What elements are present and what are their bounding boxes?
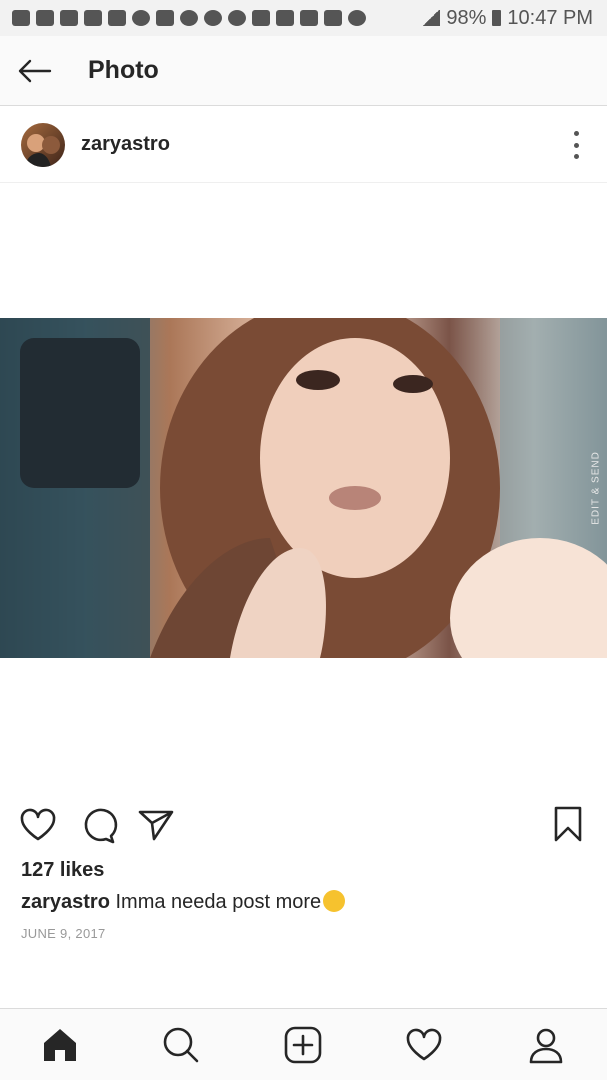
avatar[interactable] — [21, 122, 65, 167]
clock: 10:47 PM — [507, 6, 593, 29]
post-date: JUNE 9, 2017 — [21, 926, 106, 941]
home-icon — [44, 1029, 76, 1061]
voicemail-icon — [156, 10, 174, 26]
post-photo[interactable] — [0, 318, 607, 658]
caption-username[interactable]: zaryastro — [21, 891, 110, 913]
image-icon — [252, 10, 270, 26]
bookmark-icon — [554, 806, 582, 842]
profile-icon — [529, 1028, 563, 1064]
signal-icon — [422, 10, 441, 26]
thinking-face-emoji-icon — [323, 890, 346, 912]
facebook-icon — [60, 10, 78, 26]
chrome-icon — [204, 10, 222, 26]
messages-icon — [12, 10, 30, 26]
chrome-icon — [228, 10, 246, 26]
facebook-icon — [36, 10, 54, 26]
comment-icon — [84, 808, 118, 844]
android-icon — [276, 10, 294, 26]
page-title: Photo — [88, 56, 159, 84]
avatar-image — [25, 133, 60, 167]
photo-content — [0, 318, 607, 658]
tab-activity[interactable] — [404, 1025, 444, 1065]
post-username[interactable]: zaryastro — [81, 133, 170, 156]
battery-icon — [492, 10, 502, 26]
back-arrow-icon — [18, 59, 52, 82]
battery-percent: 98% — [446, 6, 487, 29]
status-right: 98% 10:47 PM — [422, 7, 593, 30]
facebook-icon — [84, 10, 102, 26]
comment-button[interactable] — [78, 805, 118, 845]
bluetooth-icon — [300, 10, 318, 26]
back-button[interactable] — [16, 53, 52, 89]
post-caption: zaryastro Imma needa post more — [21, 890, 346, 914]
tab-profile[interactable] — [526, 1025, 566, 1065]
caption-text: Imma needa post more — [115, 891, 322, 913]
chrome-icon — [180, 10, 198, 26]
like-button[interactable] — [18, 805, 58, 845]
alarm-icon — [348, 10, 366, 26]
post-header: zaryastro — [0, 107, 607, 183]
more-options-button[interactable] — [571, 131, 581, 159]
post-actions — [0, 805, 607, 849]
vpn-shield-icon — [132, 10, 150, 26]
edit-send-label: EDIT & SEND — [590, 451, 602, 525]
bottom-tab-bar — [0, 1008, 607, 1080]
send-icon — [138, 810, 174, 841]
tab-search[interactable] — [161, 1025, 201, 1065]
heart-icon — [406, 1028, 442, 1061]
search-icon — [163, 1027, 199, 1063]
mail-icon — [108, 10, 126, 26]
tab-new-post[interactable] — [283, 1025, 323, 1065]
nfc-icon — [324, 10, 342, 26]
top-app-bar: Photo — [0, 36, 607, 106]
share-button[interactable] — [136, 805, 176, 845]
heart-icon — [20, 808, 56, 841]
save-button[interactable] — [548, 805, 588, 845]
add-post-icon — [284, 1026, 322, 1064]
likes-count[interactable]: 127 likes — [21, 859, 104, 882]
tab-home[interactable] — [40, 1025, 80, 1065]
status-bar: 98% 10:47 PM — [0, 0, 607, 36]
notification-icons — [12, 10, 366, 26]
